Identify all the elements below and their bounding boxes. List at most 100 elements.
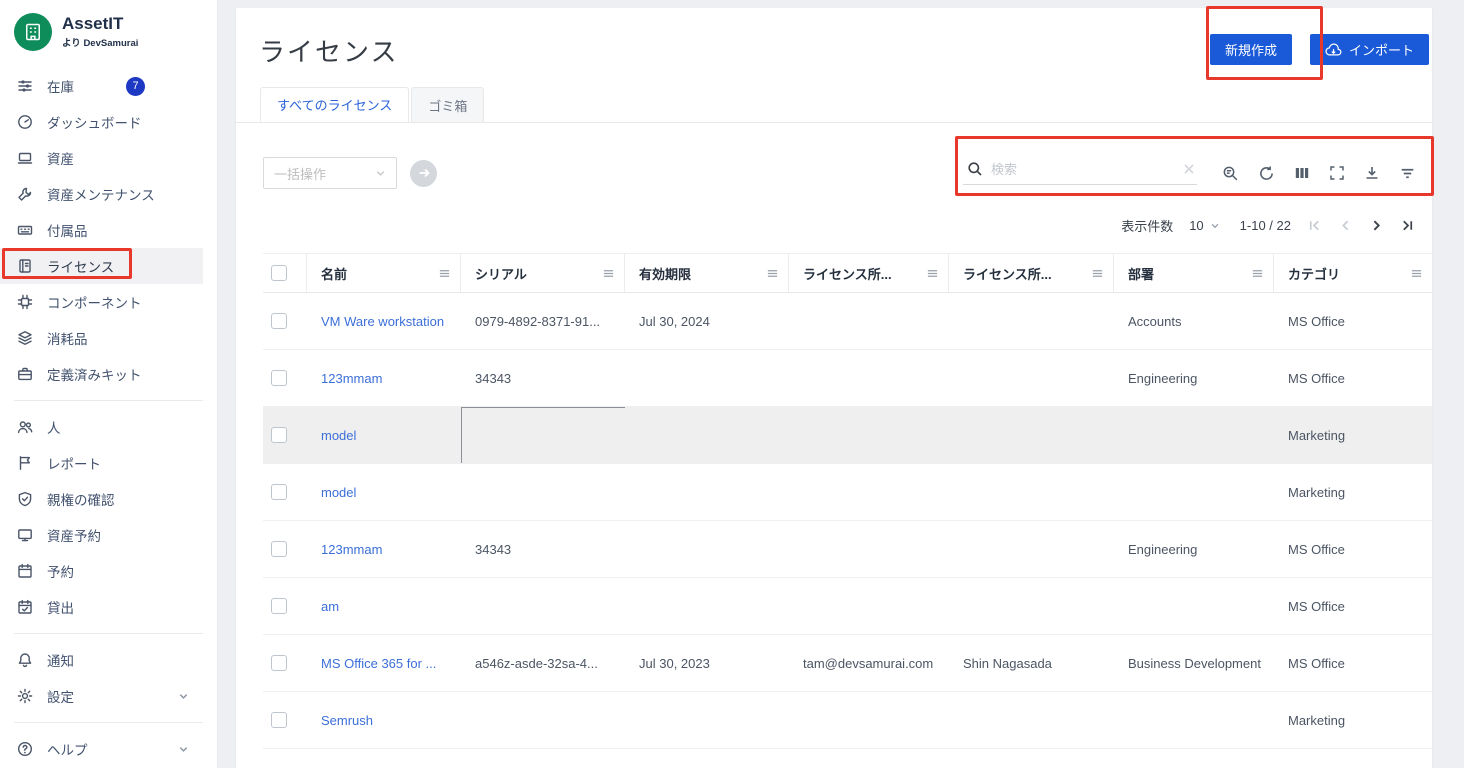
sidebar-item[interactable]: ライセンス	[0, 248, 203, 284]
cell-text: VM Ware workstation	[321, 314, 444, 329]
toolbar-icons	[963, 161, 1416, 185]
prev-page-button[interactable]	[1338, 218, 1353, 233]
sidebar-item[interactable]: コンポーネント	[0, 284, 203, 320]
cell-text: model	[321, 428, 356, 443]
tab-trash[interactable]: ゴミ箱	[411, 87, 484, 122]
cell-text: MS Office	[1288, 371, 1345, 386]
sidebar-item[interactable]: 定義済みキット	[0, 356, 203, 392]
row-checkbox[interactable]	[271, 598, 287, 614]
cell-name[interactable]: model	[307, 407, 461, 463]
row-checkbox[interactable]	[271, 712, 287, 728]
sidebar-item[interactable]: 資産メンテナンス	[0, 176, 203, 212]
filter-icon[interactable]	[1399, 165, 1416, 182]
sidebar-item[interactable]: 資産	[0, 140, 203, 176]
sidebar-item[interactable]: 付属品	[0, 212, 203, 248]
create-button[interactable]: 新規作成	[1210, 34, 1292, 65]
column-header[interactable]: ライセンス所...	[789, 254, 949, 292]
sidebar-item-label: 貸出	[47, 597, 74, 617]
page-size-select[interactable]: 10	[1189, 218, 1219, 233]
chevron-down-icon	[375, 168, 386, 179]
column-menu-icon[interactable]	[1251, 267, 1264, 280]
cell-name[interactable]: 123mmam	[307, 350, 461, 406]
cell-name[interactable]: Atlassian license1	[307, 749, 461, 768]
column-header[interactable]: 部署	[1114, 254, 1274, 292]
cell-text: Semrush	[321, 713, 373, 728]
cell-department	[1114, 749, 1274, 768]
sidebar-item[interactable]: レポート	[0, 445, 203, 481]
clear-search-icon[interactable]	[1183, 163, 1195, 175]
cell-name[interactable]: VM Ware workstation	[307, 293, 461, 349]
cell-name[interactable]: Semrush	[307, 692, 461, 748]
cell-name[interactable]: model	[307, 464, 461, 520]
cell-text: 123mmam	[321, 371, 382, 386]
column-menu-icon[interactable]	[1091, 267, 1104, 280]
sidebar-item[interactable]: 人	[0, 409, 203, 445]
row-checkbox[interactable]	[271, 427, 287, 443]
cell-owner_name	[949, 293, 1114, 349]
import-button[interactable]: インポート	[1310, 34, 1429, 65]
app-byline: より DevSamurai	[62, 35, 138, 49]
refresh-icon[interactable]	[1258, 165, 1275, 182]
chevron-down-icon	[178, 744, 189, 755]
accessories-icon	[17, 222, 35, 238]
download-icon[interactable]	[1364, 165, 1380, 181]
column-header[interactable]: ライセンス所...	[949, 254, 1114, 292]
row-checkbox[interactable]	[271, 313, 287, 329]
row-checkbox[interactable]	[271, 655, 287, 671]
sidebar-item[interactable]: 通知	[0, 642, 203, 678]
pagination-range: 1-10 / 22	[1240, 218, 1291, 233]
sidebar-item[interactable]: 資産予約	[0, 517, 203, 553]
row-checkbox[interactable]	[271, 484, 287, 500]
sidebar-item[interactable]: ヘルプ	[0, 731, 203, 767]
first-page-button[interactable]	[1307, 218, 1322, 233]
column-label: ライセンス所...	[803, 264, 892, 283]
page-size-label: 表示件数	[1121, 216, 1173, 235]
search-input[interactable]	[991, 162, 1175, 177]
sidebar-item[interactable]: 消耗品	[0, 320, 203, 356]
cell-name[interactable]: am	[307, 578, 461, 634]
sidebar-item[interactable]: 在庫7	[0, 68, 203, 104]
column-menu-icon[interactable]	[602, 267, 615, 280]
apply-bulk-action-button[interactable]	[410, 160, 437, 187]
licenses-table: 名前シリアル有効期限ライセンス所...ライセンス所...部署カテゴリ VM Wa…	[263, 253, 1432, 768]
bulk-action-select[interactable]: 一括操作	[263, 157, 397, 189]
column-header[interactable]: カテゴリ	[1274, 254, 1432, 292]
kits-icon	[17, 366, 35, 382]
column-header[interactable]: シリアル	[461, 254, 625, 292]
sidebar-item[interactable]: 貸出	[0, 589, 203, 625]
advanced-search-icon[interactable]	[1222, 165, 1239, 182]
column-header[interactable]: 有効期限	[625, 254, 789, 292]
cell-category: Marketing	[1274, 464, 1432, 520]
last-page-button[interactable]	[1400, 218, 1415, 233]
next-page-button[interactable]	[1369, 218, 1384, 233]
cell-text: Shin Nagasada	[963, 656, 1052, 671]
sidebar-item[interactable]: 親権の確認	[0, 481, 203, 517]
fullscreen-icon[interactable]	[1329, 165, 1345, 181]
row-checkbox[interactable]	[271, 541, 287, 557]
cell-department	[1114, 692, 1274, 748]
row-select-cell	[263, 578, 307, 634]
row-checkbox[interactable]	[271, 370, 287, 386]
app-logo[interactable]: AssetIT より DevSamurai	[0, 0, 217, 64]
column-menu-icon[interactable]	[766, 267, 779, 280]
select-all-checkbox[interactable]	[271, 265, 287, 281]
cell-expiry	[625, 464, 789, 520]
column-menu-icon[interactable]	[438, 267, 451, 280]
table-row: 123mmam34343EngineeringMS Office	[263, 521, 1432, 578]
column-label: 有効期限	[639, 264, 691, 283]
cell-serial	[461, 692, 625, 748]
column-menu-icon[interactable]	[1410, 267, 1423, 280]
sidebar-item[interactable]: 設定	[0, 678, 203, 714]
sidebar: AssetIT より DevSamurai 在庫7ダッシュボード資産資産メンテナ…	[0, 0, 218, 768]
column-header[interactable]: 名前	[307, 254, 461, 292]
tab-all-licenses[interactable]: すべてのライセンス	[260, 87, 409, 122]
sidebar-item-label: 資産予約	[47, 525, 101, 545]
cell-text: Jul 30, 2023	[639, 656, 710, 671]
column-menu-icon[interactable]	[926, 267, 939, 280]
table-toolbar: 一括操作	[236, 157, 1432, 189]
sidebar-item[interactable]: 予約	[0, 553, 203, 589]
sidebar-item[interactable]: ダッシュボード	[0, 104, 203, 140]
columns-icon[interactable]	[1294, 165, 1310, 181]
cell-name[interactable]: MS Office 365 for ...	[307, 635, 461, 691]
cell-name[interactable]: 123mmam	[307, 521, 461, 577]
